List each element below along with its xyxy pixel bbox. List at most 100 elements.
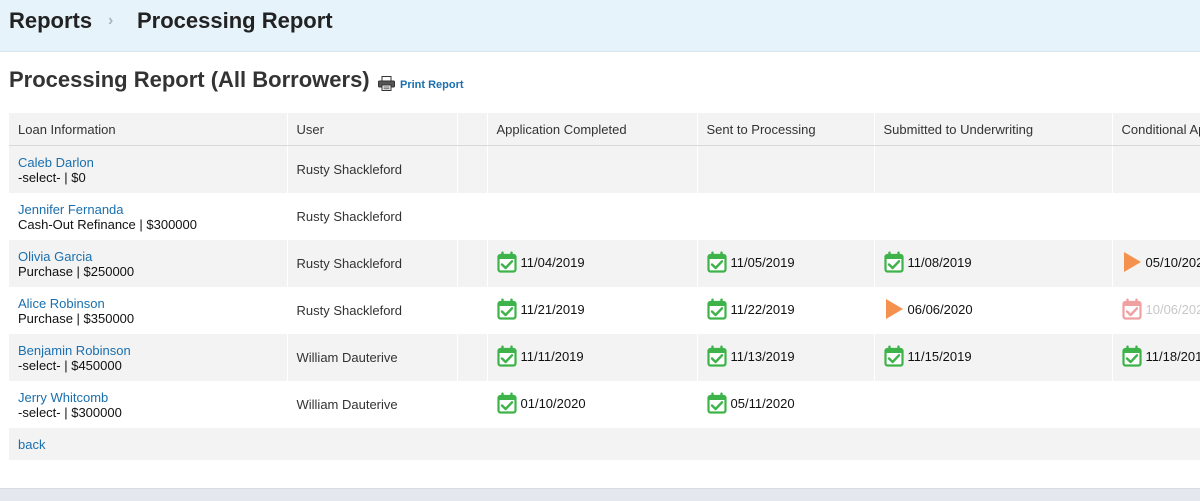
table-row: Jerry Whitcomb-select- | $300000William … [9, 381, 1200, 428]
loan-detail: Purchase | $250000 [18, 264, 287, 279]
column-header[interactable]: Application Completed [487, 113, 697, 146]
user-cell: Rusty Shackleford [287, 193, 457, 240]
borrower-link[interactable]: Jennifer Fernanda [18, 202, 287, 217]
calendar-check-icon [497, 392, 517, 414]
user-cell: William Dauterive [287, 334, 457, 381]
back-link[interactable]: back [18, 437, 45, 452]
calendar-check-icon [497, 251, 517, 273]
table-row: Alice RobinsonPurchase | $350000Rusty Sh… [9, 287, 1200, 334]
milestone-status[interactable]: 11/13/2019 [707, 345, 795, 367]
back-cell: back [9, 428, 1200, 460]
calendar-check-icon [707, 345, 727, 367]
milestone-date: 11/08/2019 [908, 255, 972, 270]
milestone-cell [1112, 381, 1200, 428]
spacer-cell [457, 240, 487, 287]
loan-detail: -select- | $450000 [18, 358, 287, 373]
milestone-status[interactable]: 11/11/2019 [497, 345, 584, 367]
milestone-status[interactable]: 11/18/2019 [1122, 345, 1200, 367]
calendar-check-icon [884, 251, 904, 273]
play-icon [884, 298, 904, 320]
milestone-status[interactable]: 11/05/2019 [707, 251, 795, 273]
milestone-date: 11/05/2019 [731, 255, 795, 270]
print-report-link[interactable]: Print Report [400, 79, 464, 91]
calendar-pending-icon [1122, 298, 1142, 320]
spacer-cell [457, 381, 487, 428]
milestone-status[interactable]: 10/06/202 [1122, 298, 1200, 320]
loan-info-cell: Alice RobinsonPurchase | $350000 [9, 287, 287, 334]
milestone-date: 01/10/2020 [521, 396, 586, 411]
milestone-cell [487, 193, 697, 240]
milestone-date: 11/04/2019 [521, 255, 585, 270]
printer-icon[interactable] [378, 76, 395, 91]
page-title: Processing Report (All Borrowers) [9, 67, 370, 93]
user-cell: Rusty Shackleford [287, 146, 457, 194]
breadcrumb-reports[interactable]: Reports [9, 8, 92, 34]
spacer-cell [457, 334, 487, 381]
user-cell: William Dauterive [287, 381, 457, 428]
processing-report-table: Loan Information User Application Comple… [9, 113, 1200, 460]
user-cell: Rusty Shackleford [287, 240, 457, 287]
breadcrumb-current: Processing Report [137, 8, 333, 34]
milestone-cell: 11/08/2019 [874, 240, 1112, 287]
milestone-date: 06/06/2020 [908, 302, 973, 317]
column-header[interactable]: User [287, 113, 457, 146]
milestone-status[interactable]: 11/04/2019 [497, 251, 585, 273]
spacer-cell [457, 193, 487, 240]
milestone-cell: 11/21/2019 [487, 287, 697, 334]
milestone-date: 11/13/2019 [731, 349, 795, 364]
borrower-link[interactable]: Olivia Garcia [18, 249, 287, 264]
milestone-status[interactable]: 01/10/2020 [497, 392, 586, 414]
loan-detail: Purchase | $350000 [18, 311, 287, 326]
milestone-cell: 11/04/2019 [487, 240, 697, 287]
milestone-status[interactable]: 05/10/202 [1122, 251, 1200, 273]
milestone-cell: 11/05/2019 [697, 240, 874, 287]
table-row: Caleb Darlon-select- | $0Rusty Shacklefo… [9, 146, 1200, 194]
milestone-date: 11/15/2019 [908, 349, 972, 364]
milestone-date: 10/06/202 [1146, 302, 1200, 317]
column-header[interactable]: Submitted to Underwriting [874, 113, 1112, 146]
calendar-check-icon [1122, 345, 1142, 367]
borrower-link[interactable]: Caleb Darlon [18, 155, 287, 170]
milestone-status[interactable]: 05/11/2020 [707, 392, 795, 414]
milestone-cell: 05/10/202 [1112, 240, 1200, 287]
milestone-cell: 06/06/2020 [874, 287, 1112, 334]
milestone-cell: 11/15/2019 [874, 334, 1112, 381]
loan-info-cell: Jerry Whitcomb-select- | $300000 [9, 381, 287, 428]
milestone-cell [1112, 193, 1200, 240]
milestone-cell: 05/11/2020 [697, 381, 874, 428]
milestone-status[interactable]: 11/21/2019 [497, 298, 585, 320]
spacer-cell [457, 146, 487, 194]
borrower-link[interactable]: Alice Robinson [18, 296, 287, 311]
milestone-status[interactable]: 11/08/2019 [884, 251, 972, 273]
milestone-status[interactable]: 11/15/2019 [884, 345, 972, 367]
column-header[interactable]: Conditional Ap [1112, 113, 1200, 146]
loan-detail: -select- | $300000 [18, 405, 287, 420]
milestone-cell [874, 381, 1112, 428]
borrower-link[interactable]: Jerry Whitcomb [18, 390, 287, 405]
milestone-status[interactable]: 06/06/2020 [884, 298, 973, 320]
table-row: Benjamin Robinson-select- | $450000Willi… [9, 334, 1200, 381]
milestone-cell: 10/06/202 [1112, 287, 1200, 334]
milestone-cell [874, 193, 1112, 240]
spacer-cell [457, 287, 487, 334]
milestone-cell [697, 193, 874, 240]
calendar-check-icon [497, 345, 517, 367]
milestone-cell [697, 146, 874, 194]
back-row: back [9, 428, 1200, 460]
column-header [457, 113, 487, 146]
play-icon [1122, 251, 1142, 273]
column-header[interactable]: Loan Information [9, 113, 287, 146]
milestone-cell: 11/11/2019 [487, 334, 697, 381]
milestone-cell [1112, 146, 1200, 194]
milestone-date: 05/11/2020 [731, 396, 795, 411]
column-header[interactable]: Sent to Processing [697, 113, 874, 146]
calendar-check-icon [497, 298, 517, 320]
milestone-status[interactable]: 11/22/2019 [707, 298, 795, 320]
borrower-link[interactable]: Benjamin Robinson [18, 343, 287, 358]
table-header-row: Loan Information User Application Comple… [9, 113, 1200, 146]
milestone-cell [874, 146, 1112, 194]
milestone-date: 11/22/2019 [731, 302, 795, 317]
milestone-date: 11/21/2019 [521, 302, 585, 317]
milestone-cell [487, 146, 697, 194]
milestone-cell: 11/13/2019 [697, 334, 874, 381]
